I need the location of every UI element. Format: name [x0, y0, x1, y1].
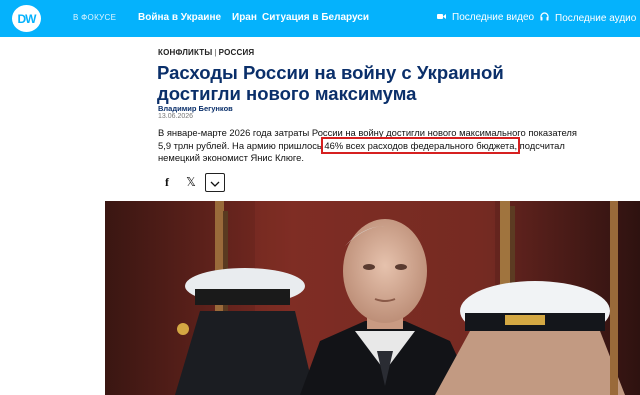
nav-link-iran[interactable]: Иран: [232, 12, 257, 23]
nav-link-war-in-ukraine[interactable]: Война в Украине: [138, 12, 221, 23]
video-camera-icon: [437, 12, 446, 23]
chevron-down-icon: [210, 174, 220, 192]
share-x-button[interactable]: 𝕏: [182, 173, 200, 191]
facebook-icon: f: [165, 174, 169, 189]
kicker-category-russia[interactable]: РОССИЯ: [219, 48, 255, 57]
top-navigation-bar: DW В ФОКУСЕ Война в Украине Иран Ситуаци…: [0, 0, 640, 37]
latest-video-label: Последние видео: [452, 12, 535, 23]
dw-logo[interactable]: DW: [12, 5, 41, 32]
headphones-icon: [540, 12, 549, 24]
article-author[interactable]: Владимир Бегунков: [158, 104, 233, 113]
share-more-button[interactable]: [205, 173, 225, 192]
latest-audio-link[interactable]: Последние аудио: [540, 12, 636, 24]
kicker-separator: |: [214, 48, 217, 57]
x-icon: 𝕏: [186, 175, 196, 189]
article-photo-image: [105, 201, 640, 395]
nav-focus-label: В ФОКУСЕ: [73, 13, 117, 22]
logo-text: DW: [17, 11, 37, 26]
article-date: 13.06.2026: [158, 113, 194, 120]
article-lead: В январе-марте 2026 года затраты России …: [158, 127, 588, 165]
share-facebook-button[interactable]: f: [159, 173, 175, 191]
kicker-category-conflicts[interactable]: КОНФЛИКТЫ: [158, 48, 212, 57]
highlighted-statistic: 46% всех расходов федерального бюджета,: [321, 136, 521, 154]
article-kicker: КОНФЛИКТЫ | РОССИЯ: [158, 48, 254, 57]
article-title: Расходы России на войну с Украиной дости…: [157, 62, 504, 104]
latest-video-link[interactable]: Последние видео: [437, 12, 534, 23]
nav-link-belarus[interactable]: Ситуация в Беларуси: [262, 12, 369, 23]
latest-audio-label: Последние аудио: [555, 12, 637, 24]
article-photo: [105, 201, 640, 395]
